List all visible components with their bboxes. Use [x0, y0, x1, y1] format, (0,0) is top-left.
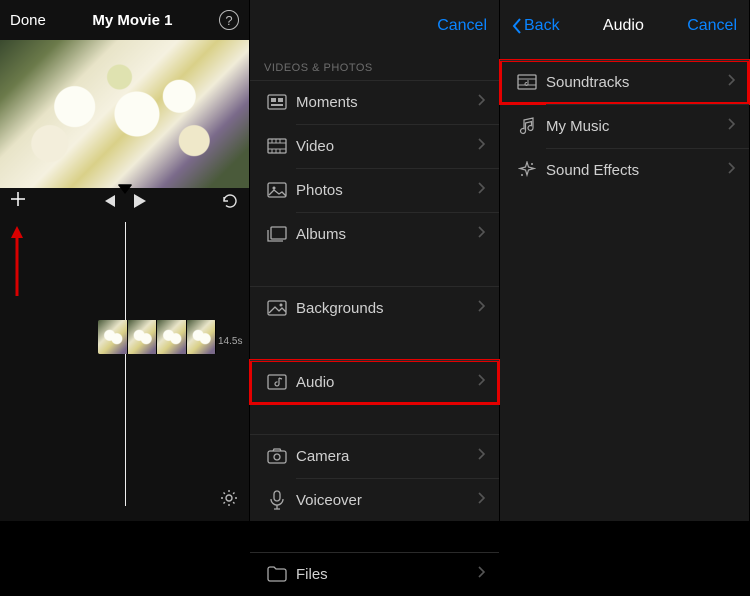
chevron-right-icon — [477, 181, 485, 199]
done-button[interactable]: Done — [10, 12, 46, 29]
row-label: Moments — [290, 94, 477, 111]
moments-icon — [264, 94, 290, 110]
soundtracks-icon — [514, 74, 540, 90]
albums-icon — [264, 226, 290, 242]
audio-pane: Back Audio Cancel Soundtracks My Music S… — [500, 0, 750, 521]
skip-start-icon[interactable] — [101, 194, 117, 208]
row-video[interactable]: Video — [250, 124, 499, 168]
row-sound-effects[interactable]: Sound Effects — [500, 148, 749, 192]
annotation-arrow-icon — [10, 226, 30, 296]
media-picker-pane: Cancel Videos & Photos Moments Video Pho… — [250, 0, 500, 521]
picker-topbar: Cancel — [250, 0, 499, 52]
media-source-list: Moments Video Photos Albums Backgrounds — [250, 80, 499, 596]
folder-icon — [264, 566, 290, 582]
chevron-right-icon — [477, 565, 485, 583]
row-moments[interactable]: Moments — [250, 80, 499, 124]
microphone-icon — [264, 490, 290, 510]
chevron-right-icon — [477, 299, 485, 317]
chevron-right-icon — [477, 225, 485, 243]
clip-duration: 14.5s — [218, 336, 242, 347]
camera-icon — [264, 448, 290, 464]
add-media-button[interactable] — [10, 191, 26, 212]
row-label: Soundtracks — [540, 74, 727, 91]
chevron-right-icon — [477, 447, 485, 465]
row-backgrounds[interactable]: Backgrounds — [250, 286, 499, 330]
row-albums[interactable]: Albums — [250, 212, 499, 256]
timeline-clip[interactable] — [98, 320, 216, 354]
audio-list: Soundtracks My Music Sound Effects — [500, 60, 749, 192]
timeline-playhead[interactable] — [125, 222, 126, 506]
project-title: My Movie 1 — [46, 12, 219, 29]
row-label: Camera — [290, 448, 477, 465]
row-label: Video — [290, 138, 477, 155]
editor-pane: Done My Movie 1 ? 14.5s — [0, 0, 250, 521]
cancel-button[interactable]: Cancel — [437, 17, 487, 35]
settings-gear-icon[interactable] — [219, 488, 239, 513]
row-label: Albums — [290, 226, 477, 243]
row-my-music[interactable]: My Music — [500, 104, 749, 148]
audio-icon — [264, 374, 290, 390]
row-camera[interactable]: Camera — [250, 434, 499, 478]
play-icon[interactable] — [131, 193, 147, 209]
editor-topbar: Done My Movie 1 ? — [0, 0, 249, 40]
back-label: Back — [524, 17, 560, 35]
undo-icon[interactable] — [221, 194, 239, 208]
help-icon[interactable]: ? — [219, 10, 239, 30]
backgrounds-icon — [264, 300, 290, 316]
row-label: Photos — [290, 182, 477, 199]
playhead-marker-icon — [118, 185, 132, 194]
row-label: Files — [290, 566, 477, 583]
chevron-right-icon — [477, 137, 485, 155]
music-note-icon — [514, 117, 540, 135]
chevron-right-icon — [727, 117, 735, 135]
sparkle-icon — [514, 161, 540, 179]
audio-title: Audio — [560, 17, 688, 35]
chevron-right-icon — [477, 373, 485, 391]
chevron-right-icon — [477, 491, 485, 509]
row-voiceover[interactable]: Voiceover — [250, 478, 499, 522]
audio-topbar: Back Audio Cancel — [500, 0, 749, 52]
row-files[interactable]: Files — [250, 552, 499, 596]
row-label: Audio — [290, 374, 477, 391]
chevron-right-icon — [727, 161, 735, 179]
chevron-right-icon — [727, 73, 735, 91]
row-label: Sound Effects — [540, 162, 727, 179]
video-icon — [264, 138, 290, 154]
row-label: Backgrounds — [290, 300, 477, 317]
row-soundtracks[interactable]: Soundtracks — [500, 60, 749, 104]
row-label: My Music — [540, 118, 727, 135]
chevron-right-icon — [477, 93, 485, 111]
photos-icon — [264, 182, 290, 198]
section-header: Videos & Photos — [250, 52, 499, 80]
cancel-button[interactable]: Cancel — [687, 17, 737, 35]
back-button[interactable]: Back — [512, 17, 560, 35]
row-label: Voiceover — [290, 492, 477, 509]
row-photos[interactable]: Photos — [250, 168, 499, 212]
chevron-left-icon — [512, 18, 522, 34]
video-preview[interactable] — [0, 40, 249, 188]
row-audio[interactable]: Audio — [250, 360, 499, 404]
